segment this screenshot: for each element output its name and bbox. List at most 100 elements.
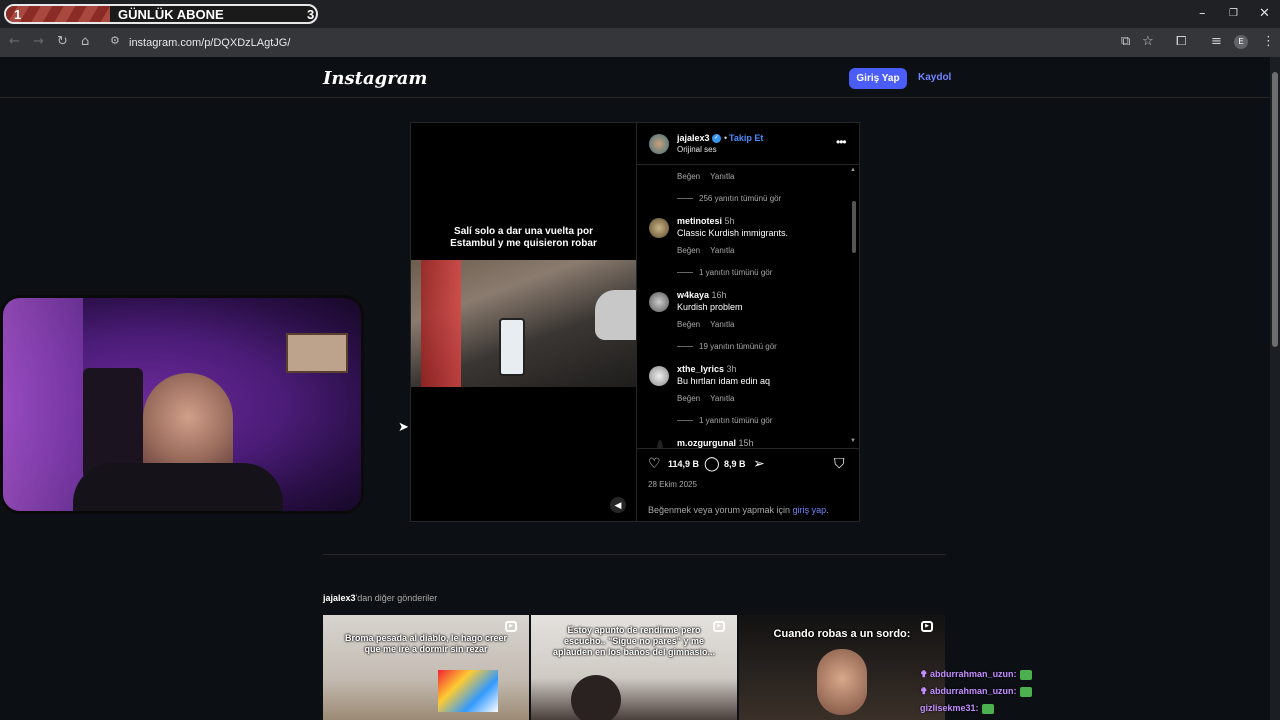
profile-avatar[interactable]: E [1234, 35, 1248, 49]
restore-icon[interactable]: ❐ [1229, 8, 1238, 19]
thumbnail-caption: Estoy apunto de rendirme pero escucho.. … [552, 625, 716, 657]
minimize-icon[interactable]: – [1199, 6, 1206, 21]
forward-icon[interactable]: → [33, 34, 44, 49]
comment-avatar[interactable] [657, 440, 663, 448]
scroll-down-icon[interactable]: ▼ [850, 438, 856, 444]
reply-comment-button[interactable]: Yanıtla [710, 394, 734, 403]
view-replies-link[interactable]: 1 yanıtın tümünü gör [677, 268, 772, 277]
login-button[interactable]: Giriş Yap [849, 68, 907, 89]
view-replies-link[interactable]: 256 yanıtın tümünü gör [677, 194, 781, 203]
page-scroll-thumb[interactable] [1272, 72, 1278, 347]
media-control-icon[interactable]: ≡ [1211, 34, 1222, 49]
comment-text: Kurdish problem [677, 302, 743, 312]
extensions-icon[interactable]: ⧠ [1176, 34, 1186, 49]
comment-avatar[interactable] [649, 218, 669, 238]
mouse-cursor-icon: ➤ [398, 420, 409, 435]
share-send-icon[interactable]: ➢ [753, 456, 765, 472]
instagram-header: Instagram Giriş Yap Kaydol [0, 57, 1270, 98]
video-frame[interactable] [411, 260, 636, 387]
reload-icon[interactable]: ↻ [57, 34, 68, 49]
audio-label[interactable]: Orijinal ses [677, 145, 717, 154]
chat-message: gizlisekme31: [920, 703, 994, 714]
post-thumbnail[interactable]: Broma pesada al diablo, le hago creer qu… [323, 615, 529, 720]
comment-username[interactable]: m.ozgurgunal 15h [677, 438, 754, 448]
banner-stripes [6, 6, 110, 22]
comment-username[interactable]: w4kaya 16h [677, 290, 727, 300]
site-info-icon[interactable]: ⚙ [110, 34, 120, 47]
instagram-logo[interactable]: Instagram [323, 68, 427, 89]
comment-username[interactable]: xthe_lyrics 3h [677, 364, 737, 374]
thumbnail-caption: Broma pesada al diablo, le hago creer qu… [344, 633, 508, 654]
view-replies-link[interactable]: 1 yanıtın tümünü gör [677, 416, 772, 425]
browser-toolbar: ← → ↻ ⌂ ⚙ instagram.com/p/DQXDzLAgtJG/ ⧉… [0, 28, 1280, 57]
comment-user[interactable]: m.ozgurgunal [677, 438, 736, 448]
comment-text: Classic Kurdish immigrants. [677, 228, 789, 238]
login-prompt-period: . [826, 505, 829, 515]
bookmark-star-icon[interactable]: ☆ [1142, 34, 1154, 49]
browser-title-bar: 1 GÜNLÜK ABONE 3 – ❐ ✕ [0, 0, 1280, 28]
post-card: Salí solo a dar una vuelta por Estambul … [410, 122, 860, 522]
comments-list[interactable]: Beğen Yanıtla 256 yanıtın tümünü gör meti… [637, 166, 860, 448]
post-thumbnail[interactable]: Estoy apunto de rendirme pero escucho.. … [531, 615, 737, 720]
comment-actions: Beğen Yanıtla [677, 320, 744, 329]
comment-user[interactable]: xthe_lyrics [677, 364, 724, 374]
like-heart-icon[interactable]: ♡ [648, 456, 661, 472]
comments-scroll-thumb[interactable] [852, 201, 856, 253]
chat-user: abdurrahman_uzun: [930, 669, 1017, 679]
comment-time: 3h [726, 364, 737, 374]
mute-icon[interactable]: ◀ [610, 497, 626, 513]
reply-comment-button[interactable]: Yanıtla [710, 246, 734, 255]
streamer-webcam [0, 295, 364, 514]
comment-username[interactable]: metinotesi 5h [677, 216, 735, 226]
home-icon[interactable]: ⌂ [81, 34, 89, 49]
follow-button[interactable]: Takip Et [729, 133, 763, 143]
thumbnail-person [571, 675, 621, 720]
page-scrollbar[interactable] [1270, 57, 1280, 720]
like-comment-button[interactable]: Beğen [677, 394, 700, 403]
save-bookmark-icon[interactable]: ⛉ [834, 456, 845, 472]
login-prompt-link[interactable]: giriş yap [793, 505, 827, 515]
separator-dot: • [724, 133, 728, 143]
more-options-icon[interactable]: ••• [836, 135, 847, 149]
like-comment-button[interactable]: Beğen [677, 172, 700, 181]
comment-avatar[interactable] [649, 292, 669, 312]
comment-avatar[interactable] [649, 366, 669, 386]
chat-emote-icon [1019, 669, 1032, 680]
comment-text: Bu hırtları idam edin aq [677, 376, 771, 386]
comment-user[interactable]: w4kaya [677, 290, 709, 300]
reply-comment-button[interactable]: Yanıtla [710, 172, 734, 181]
browser-menu-icon[interactable]: ⋮ [1262, 34, 1275, 49]
more-posts-heading: jajalex3'dan diğer gönderiler [323, 593, 437, 603]
reel-icon: ▶ [921, 621, 933, 632]
back-icon[interactable]: ← [9, 34, 20, 49]
banner-left-number: 1 [14, 7, 22, 22]
view-replies-link[interactable]: 19 yanıtın tümünü gör [677, 342, 777, 351]
reply-comment-button[interactable]: Yanıtla [710, 320, 734, 329]
comment-user[interactable]: metinotesi [677, 216, 722, 226]
video-red-barrier [421, 260, 461, 387]
comment-actions: Beğen Yanıtla [677, 394, 744, 403]
url-field[interactable]: instagram.com/p/DQXDzLAgtJG/ [129, 37, 290, 49]
install-app-icon[interactable]: ⧉ [1121, 34, 1130, 49]
comment-bubble-icon[interactable]: ◯ [704, 456, 720, 472]
author-avatar[interactable] [649, 134, 669, 154]
comments-scrollbar[interactable]: ▲ ▼ [850, 166, 858, 448]
close-icon[interactable]: ✕ [1259, 6, 1270, 21]
scroll-up-icon[interactable]: ▲ [850, 167, 856, 173]
like-comment-button[interactable]: Beğen [677, 246, 700, 255]
signup-link[interactable]: Kaydol [918, 72, 951, 83]
chat-message: ✟ abdurrahman_uzun: [920, 669, 1032, 680]
post-thumbnail[interactable]: Cuando robas a un sordo: ▶ [739, 615, 945, 720]
comment-actions: Beğen Yanıtla [677, 172, 744, 181]
comment-time: 15h [738, 438, 754, 448]
author-username[interactable]: jajalex3 [677, 133, 710, 143]
more-posts-user[interactable]: jajalex3 [323, 593, 356, 603]
webcam-chair [83, 368, 143, 478]
like-comment-button[interactable]: Beğen [677, 320, 700, 329]
reel-icon: ▶ [505, 621, 517, 632]
chat-user: abdurrahman_uzun: [930, 686, 1017, 696]
verified-icon: ✓ [712, 134, 721, 143]
comment-time: 16h [711, 290, 727, 300]
post-author-header: jajalex3 ✓ • Takip Et Orijinal ses ••• [637, 123, 860, 165]
post-media[interactable]: Salí solo a dar una vuelta por Estambul … [411, 123, 636, 521]
